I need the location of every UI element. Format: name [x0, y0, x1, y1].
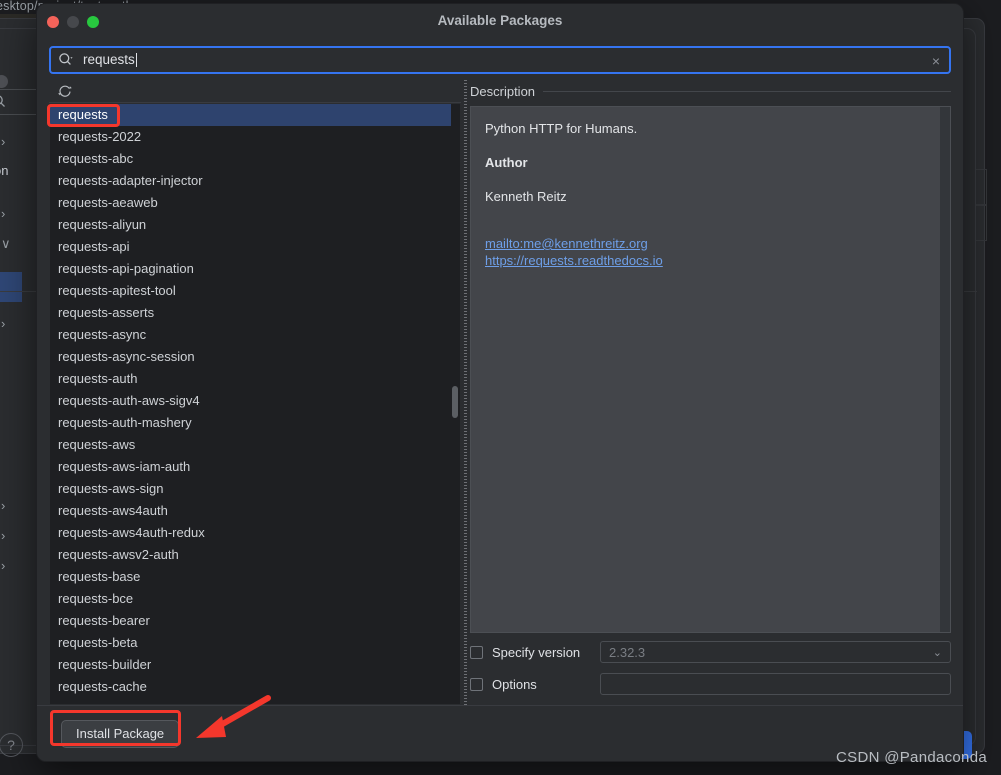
package-list-item[interactable]: requests-api — [50, 236, 460, 258]
package-list-pane: requests requests-2022 requests-abc request… — [49, 80, 461, 705]
package-list-item[interactable]: requests-aws4auth — [50, 500, 460, 522]
package-list-item[interactable]: requests-async-session — [50, 346, 460, 368]
docs-link[interactable]: https://requests.readthedocs.io — [485, 252, 936, 269]
description-pane: Description Python HTTP for Humans. Auth… — [470, 80, 951, 705]
package-list-item[interactable]: requests-async — [50, 324, 460, 346]
clear-icon[interactable]: × — [932, 54, 940, 69]
search-value: requests — [83, 52, 135, 68]
package-list-item[interactable]: requests-beta — [50, 632, 460, 654]
available-packages-dialog: Available Packages requests × requests r… — [36, 3, 964, 762]
bg-side-label: on — [0, 163, 9, 178]
specify-version-label: Specify version — [492, 644, 581, 660]
list-scrollbar[interactable] — [451, 104, 460, 704]
package-list-item[interactable]: requests-bearer — [50, 610, 460, 632]
header-rule — [543, 90, 951, 92]
version-value: 2.32.3 — [609, 644, 646, 660]
search-input[interactable]: requests × — [49, 46, 951, 74]
package-list-item[interactable]: requests-2022 — [50, 126, 460, 148]
package-list-item[interactable]: requests-adapter-injector — [50, 170, 460, 192]
version-select[interactable]: 2.32.3 ⌄ — [600, 641, 951, 663]
watermark: CSDN @Pandaconda — [836, 749, 987, 766]
options-row: Options — [470, 673, 951, 695]
author-label: Author — [485, 155, 528, 170]
package-summary: Python HTTP for Humans. — [485, 121, 638, 136]
package-list[interactable]: requests requests-2022 requests-abc request… — [49, 103, 461, 705]
bg-tree-chevron-4[interactable]: › — [1, 499, 5, 512]
description-links: mailto:me@kennethreitz.org https://reque… — [485, 235, 936, 269]
bg-tree-chevron-3[interactable]: › — [1, 317, 5, 330]
help-icon[interactable]: ? — [0, 733, 23, 757]
bg-tree-chevron-expanded[interactable]: ∨ — [1, 237, 11, 250]
package-list-item[interactable]: requests-auth — [50, 368, 460, 390]
refresh-icon[interactable] — [57, 83, 73, 99]
bg-tree-chevron-1[interactable]: › — [1, 135, 5, 148]
package-list-item[interactable]: requests-awsv2-auth — [50, 544, 460, 566]
dialog-titlebar: Available Packages — [37, 4, 963, 41]
package-list-item[interactable]: requests-builder — [50, 654, 460, 676]
package-list-item[interactable]: requests-auth-mashery — [50, 412, 460, 434]
package-list-item[interactable]: requests-aws-iam-auth — [50, 456, 460, 478]
bg-window-dot — [0, 75, 8, 88]
package-list-item[interactable]: requests-bce — [50, 588, 460, 610]
text-caret — [135, 53, 137, 67]
options-label: Options — [492, 676, 537, 692]
install-package-button[interactable]: Install Package — [61, 720, 180, 748]
bg-tree-selected-row[interactable] — [0, 272, 22, 302]
search-icon — [58, 52, 74, 68]
options-checkbox[interactable] — [470, 677, 483, 691]
package-list-item[interactable]: requests-api-pagination — [50, 258, 460, 280]
search-icon — [0, 95, 5, 107]
bg-tree-chevron-2[interactable]: › — [1, 207, 5, 220]
package-list-item[interactable]: requests-abc — [50, 148, 460, 170]
bg-tree-chevron-5[interactable]: › — [1, 529, 5, 542]
package-list-item[interactable]: requests-aeaweb — [50, 192, 460, 214]
mailto-link[interactable]: mailto:me@kennethreitz.org — [485, 235, 936, 252]
package-list-item[interactable]: requests-aws-sign — [50, 478, 460, 500]
screen: esktop/project/test_python › › › ∨ › › ›… — [0, 0, 1001, 775]
bg-tree-chevron-6[interactable]: › — [1, 559, 5, 572]
chevron-down-icon: ⌄ — [932, 646, 942, 659]
package-list-item[interactable]: requests-base — [50, 566, 460, 588]
pane-splitter[interactable] — [461, 80, 470, 705]
search-row: requests × — [37, 41, 963, 74]
specify-version-checkbox[interactable] — [470, 645, 483, 659]
description-scrollbar[interactable] — [940, 107, 950, 632]
options-input[interactable] — [600, 673, 951, 695]
dialog-footer: Install Package — [37, 705, 963, 761]
package-list-item[interactable]: requests — [50, 104, 460, 126]
package-list-item[interactable]: requests-aliyun — [50, 214, 460, 236]
author-name: Kenneth Reitz — [485, 189, 567, 204]
package-list-item[interactable]: requests-auth-aws-sigv4 — [50, 390, 460, 412]
package-rows: requests requests-2022 requests-abc request… — [50, 104, 460, 698]
description-header: Description — [470, 80, 951, 102]
package-list-item[interactable]: requests-apitest-tool — [50, 280, 460, 302]
dialog-title: Available Packages — [437, 13, 563, 28]
package-list-item[interactable]: requests-aws4auth-redux — [50, 522, 460, 544]
package-list-item[interactable]: requests-aws — [50, 434, 460, 456]
dialog-body: requests requests-2022 requests-abc request… — [49, 80, 951, 705]
package-list-item[interactable]: requests-asserts — [50, 302, 460, 324]
specify-version-row: Specify version 2.32.3 ⌄ — [470, 641, 951, 663]
install-options: Specify version 2.32.3 ⌄ Options — [470, 641, 951, 705]
description-content: Python HTTP for Humans. Author Kenneth R… — [470, 106, 951, 633]
package-list-item[interactable]: requests-cache — [50, 676, 460, 698]
list-scrollbar-thumb[interactable] — [452, 386, 458, 418]
description-label: Description — [470, 83, 536, 99]
list-toolbar — [49, 80, 461, 103]
